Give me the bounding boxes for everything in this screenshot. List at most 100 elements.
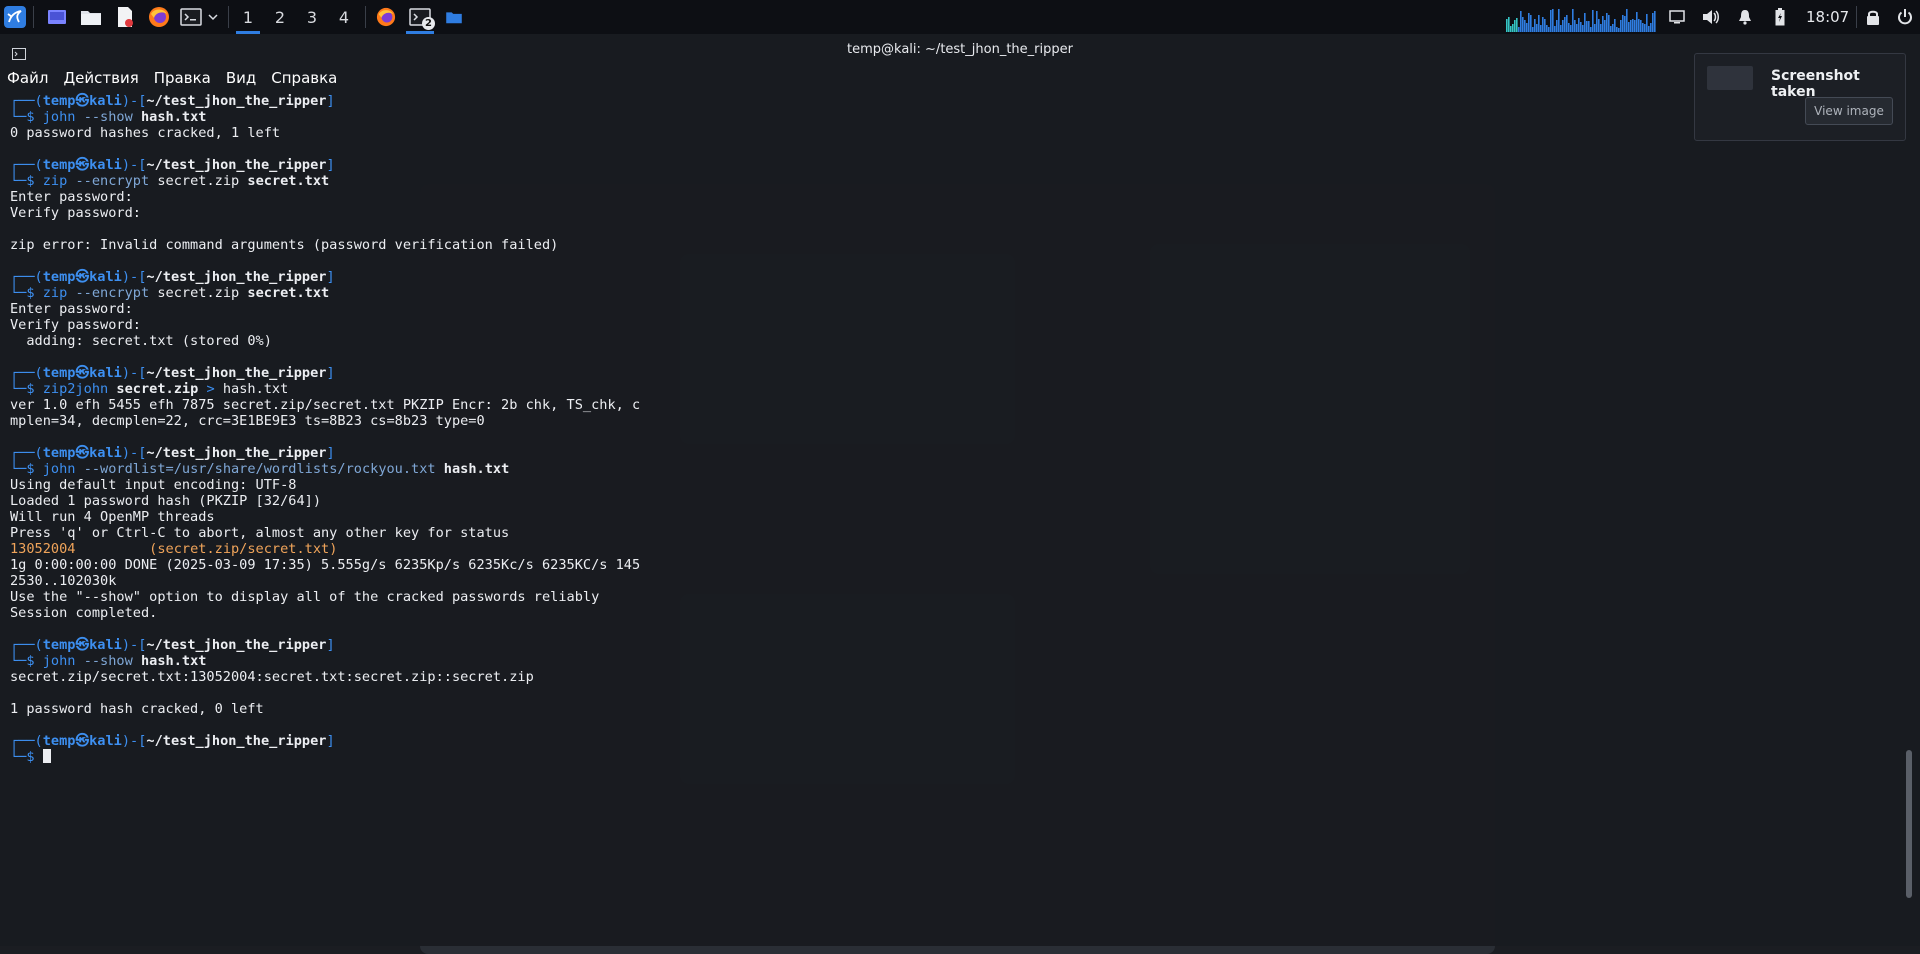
power-icon — [1898, 9, 1912, 25]
display-icon — [1669, 10, 1685, 24]
lock-screen-button[interactable] — [1860, 0, 1886, 34]
screenshot-notification[interactable]: Screenshot taken View image — [1694, 53, 1906, 141]
text-editor-icon — [118, 7, 133, 27]
prompt-line: ┌──(temp㉿kali)-[~/test_jhon_the_ripper] — [10, 157, 335, 173]
output-line: Loaded 1 password hash (PKZIP [32/64]) — [10, 493, 321, 509]
output-line: 2530..102030k — [10, 573, 117, 589]
kali-menu-button[interactable] — [2, 0, 28, 34]
output-line: 0 password hashes cracked, 1 left — [10, 125, 281, 141]
workspace-4[interactable]: 4 — [329, 0, 359, 34]
chevron-down-icon — [208, 14, 218, 21]
text-cursor — [42, 749, 51, 763]
command-line: └─$ zip2john secret.zip > hash.txt — [10, 381, 289, 397]
speaker-icon — [1703, 10, 1719, 24]
output-line: Verify password: — [10, 205, 141, 221]
firefox-icon — [376, 7, 396, 27]
terminal-menubar: Файл Действия Правка Вид Справка — [0, 66, 345, 90]
output-line: zip error: Invalid command arguments (pa… — [10, 237, 559, 253]
workspace-2[interactable]: 2 — [265, 0, 295, 34]
window-count-badge: 2 — [422, 17, 435, 30]
command-line: └─$ zip --encrypt secret.zip secret.txt — [10, 285, 330, 301]
screen-toggle[interactable] — [1664, 0, 1690, 34]
firefox-launcher[interactable] — [146, 0, 172, 34]
terminal-launcher-dropdown[interactable] — [206, 0, 220, 34]
taskbar-firefox[interactable] — [370, 0, 402, 34]
text-editor-launcher[interactable] — [112, 0, 138, 34]
prompt-line: ┌──(temp㉿kali)-[~/test_jhon_the_ripper] — [10, 445, 335, 461]
screenshot-thumbnail — [1707, 66, 1753, 90]
output-line: adding: secret.txt (stored 0%) — [10, 333, 272, 349]
desktop-icon — [48, 10, 66, 24]
workspace-1[interactable]: 1 — [233, 0, 263, 34]
kali-dragon-icon — [4, 6, 26, 28]
bell-icon — [1739, 10, 1751, 25]
terminal-scrollbar[interactable] — [1906, 750, 1912, 898]
prompt-line: ┌──(temp㉿kali)-[~/test_jhon_the_ripper] — [10, 365, 335, 381]
taskbar-files[interactable] — [438, 0, 470, 34]
battery-charging-icon — [1775, 8, 1785, 26]
terminal-output[interactable]: ┌──(temp㉿kali)-[~/test_jhon_the_ripper] … — [10, 93, 1890, 765]
output-line: Press 'q' or Ctrl-C to abort, almost any… — [10, 525, 510, 541]
terminal-icon — [180, 8, 202, 26]
prompt-line: ┌──(temp㉿kali)-[~/test_jhon_the_ripper] — [10, 93, 335, 109]
output-line: 1g 0:00:00:00 DONE (2025-03-09 17:35) 5.… — [10, 557, 641, 573]
notifications-button[interactable] — [1734, 0, 1756, 34]
cpu-usage-graph — [1506, 5, 1658, 32]
panel-separator — [365, 6, 366, 28]
output-line: 1 password hash cracked, 0 left — [10, 701, 264, 717]
command-line: └─$ john --wordlist=/usr/share/wordlists… — [10, 461, 510, 477]
active-command-line[interactable]: └─$ — [10, 749, 1890, 765]
cracked-password-line: 13052004 (secret.zip/secret.txt) — [10, 541, 338, 557]
prompt-line: ┌──(temp㉿kali)-[~/test_jhon_the_ripper] — [10, 637, 335, 653]
panel-clock[interactable]: 18:07 — [1806, 0, 1849, 34]
command-line: └─$ john --show hash.txt — [10, 653, 207, 669]
output-line: ver 1.0 efh 5455 efh 7875 secret.zip/sec… — [10, 397, 641, 413]
prompt-line: ┌──(temp㉿kali)-[~/test_jhon_the_ripper] — [10, 269, 335, 285]
output-line: secret.zip/secret.txt:13052004:secret.tx… — [10, 669, 534, 685]
output-line: Use the "--show" option to display all o… — [10, 589, 600, 605]
menu-view[interactable]: Вид — [219, 66, 264, 90]
terminal-titlebar[interactable]: temp@kali: ~/test_jhon_the_ripper — [0, 34, 1920, 66]
panel-separator — [228, 6, 229, 28]
folder-icon — [81, 11, 101, 25]
panel-separator — [1856, 6, 1857, 28]
menu-file[interactable]: Файл — [0, 66, 56, 90]
command-line: └─$ john --show hash.txt — [10, 109, 207, 125]
output-line: Verify password: — [10, 317, 141, 333]
output-line: Enter password: — [10, 301, 133, 317]
output-line: Using default input encoding: UTF-8 — [10, 477, 297, 493]
battery-indicator[interactable] — [1769, 0, 1791, 34]
output-line: mplen=34, decmplen=22, crc=3E1BE9E3 ts=8… — [10, 413, 485, 429]
output-line: Session completed. — [10, 605, 158, 621]
command-line: └─$ zip --encrypt secret.zip secret.txt — [10, 173, 330, 189]
show-desktop-button[interactable] — [44, 0, 70, 34]
top-panel: 1 2 3 4 2 18:07 — [0, 0, 1920, 35]
menu-edit[interactable]: Правка — [147, 66, 219, 90]
workspace-3[interactable]: 3 — [297, 0, 327, 34]
lock-icon — [1867, 10, 1879, 25]
notification-title: Screenshot taken — [1771, 68, 1860, 100]
menu-actions[interactable]: Действия — [56, 66, 146, 90]
view-image-button[interactable]: View image — [1805, 97, 1893, 125]
taskbar-terminal[interactable]: 2 — [404, 0, 436, 34]
folder-icon — [446, 12, 462, 24]
output-line: Will run 4 OpenMP threads — [10, 509, 215, 525]
firefox-icon — [149, 7, 169, 27]
file-manager-launcher[interactable] — [78, 0, 104, 34]
menu-help[interactable]: Справка — [264, 66, 345, 90]
terminal-launcher[interactable] — [178, 0, 204, 34]
volume-control[interactable] — [1698, 0, 1724, 34]
window-title: temp@kali: ~/test_jhon_the_ripper — [847, 42, 1073, 57]
terminal-window[interactable]: temp@kali: ~/test_jhon_the_ripper Файл Д… — [0, 34, 1920, 946]
panel-separator — [33, 6, 34, 28]
output-line: Enter password: — [10, 189, 133, 205]
power-button[interactable] — [1892, 0, 1918, 34]
